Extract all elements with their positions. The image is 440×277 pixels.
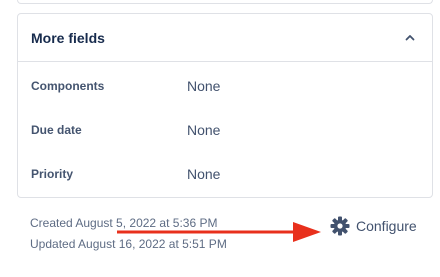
- chevron-up-icon[interactable]: [404, 32, 416, 44]
- more-fields-title: More fields: [31, 29, 105, 46]
- field-row-priority: Priority None: [18, 162, 432, 186]
- field-label-priority: Priority: [31, 167, 74, 181]
- configure-button[interactable]: Configure: [330, 216, 417, 236]
- field-row-due-date: Due date None: [18, 118, 432, 142]
- issue-sidebar: More fields Components None Due date Non…: [0, 0, 440, 277]
- field-label-due-date: Due date: [31, 123, 82, 137]
- field-row-components: Components None: [18, 74, 432, 98]
- gear-icon: [330, 216, 350, 236]
- more-fields-panel: More fields Components None Due date Non…: [17, 13, 433, 198]
- more-fields-header[interactable]: More fields: [18, 14, 432, 62]
- field-label-components: Components: [31, 79, 105, 93]
- field-value-components[interactable]: None: [187, 78, 220, 94]
- annotation-arrow: [117, 222, 321, 242]
- configure-label: Configure: [356, 218, 417, 234]
- field-value-priority[interactable]: None: [187, 166, 220, 182]
- field-value-due-date[interactable]: None: [187, 122, 220, 138]
- previous-panel-edge: [17, 0, 433, 4]
